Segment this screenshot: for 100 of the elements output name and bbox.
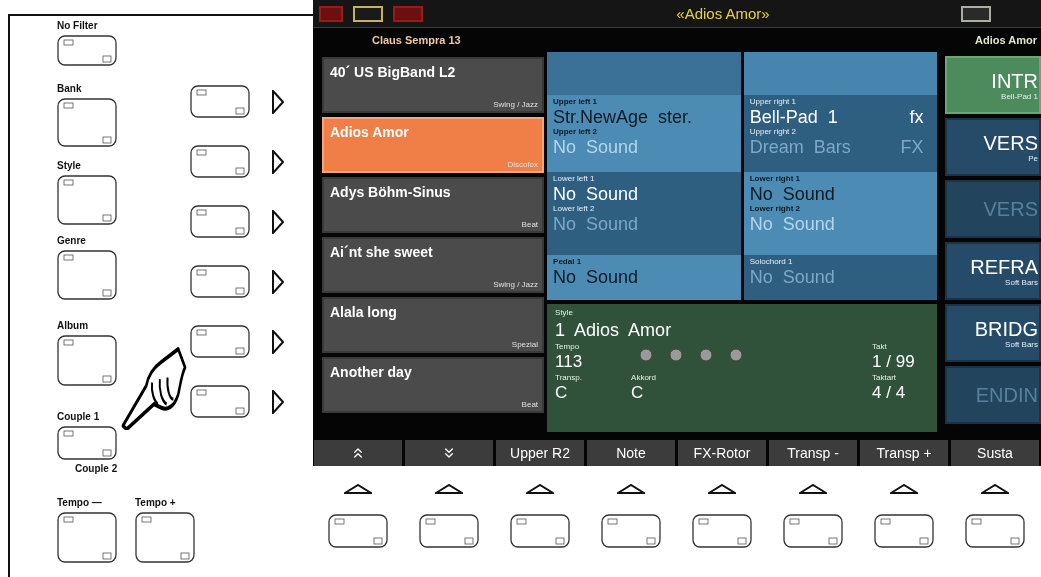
field-label: Akkord — [631, 373, 657, 383]
section-button[interactable]: BRIDG Soft Bars — [945, 304, 1041, 362]
screen-title: «Adios Amor» — [675, 5, 771, 22]
up-triangle-icon — [435, 484, 463, 494]
hardware-button[interactable] — [57, 35, 117, 66]
hardware-button[interactable] — [57, 250, 117, 300]
softkey-button[interactable]: Note — [587, 440, 675, 466]
voice-name: No Sound — [749, 267, 835, 287]
hardware-button[interactable] — [328, 514, 388, 548]
softkey-button[interactable]: Transp + — [860, 440, 948, 466]
softkey-button[interactable]: Susta — [951, 440, 1039, 466]
softkey-button[interactable]: Transp - — [769, 440, 857, 466]
hardware-button[interactable] — [57, 98, 117, 147]
voice-name: Str.NewAge ster. — [553, 107, 693, 127]
voice-label: Lower left 2 — [553, 204, 596, 214]
right-triangle-icon — [272, 389, 284, 414]
voice-name: No Sound — [749, 214, 835, 234]
hardware-button[interactable] — [190, 145, 250, 178]
softkey-button[interactable]: FX-Rotor — [678, 440, 766, 466]
right-triangle-icon — [272, 269, 284, 294]
section-button[interactable]: VERS Pe — [945, 118, 1041, 176]
hardware-button[interactable] — [57, 335, 117, 386]
right-triangle-icon — [272, 149, 284, 174]
voice-name: Dream Bars — [749, 137, 851, 157]
button-label: Style — [57, 160, 81, 172]
section-button[interactable]: INTR Bell-Pad 1 — [945, 56, 1041, 114]
button-label: Genre — [57, 235, 86, 247]
voice-group[interactable]: Upper right 1 Bell-Pad 1 fx Upper right 2 Dream Bars FX — [743, 95, 938, 172]
field-value: C — [555, 383, 569, 402]
indicator-icon — [961, 5, 991, 22]
hardware-button[interactable] — [190, 205, 250, 238]
voice-label: Upper left 1 — [553, 97, 599, 107]
song-item[interactable]: Adys Böhm-Sinus Beat — [322, 177, 545, 233]
voice-name: No Sound — [553, 267, 639, 287]
hardware-button[interactable] — [190, 385, 250, 418]
voice-label: Upper right 2 — [749, 127, 797, 137]
song-item[interactable]: 40´ US BigBand L2 Swing / Jazz — [322, 57, 545, 113]
up-triangle-icon — [981, 484, 1009, 494]
hardware-button[interactable] — [874, 514, 934, 548]
up-triangle-icon — [617, 484, 645, 494]
fx-indicator: fx — [909, 107, 924, 127]
bank-name: Claus Sempra 13 — [372, 34, 461, 46]
voice-label: Lower left 1 — [553, 174, 596, 184]
voice-name: No Sound — [553, 137, 639, 157]
voice-name: No Sound — [553, 214, 639, 234]
song-item[interactable]: Another day Beat — [322, 357, 545, 413]
up-triangle-icon — [799, 484, 827, 494]
voice-group[interactable]: Solochord 1 No Sound — [743, 255, 938, 300]
field-value: C — [631, 383, 645, 402]
hardware-button[interactable] — [965, 514, 1025, 548]
voice-label: Upper left 2 — [553, 127, 599, 137]
voice-name: Bell-Pad 1 — [749, 107, 838, 127]
voice-group[interactable]: Lower right 1 No Sound Lower right 2 No Sound — [743, 172, 938, 255]
hardware-button[interactable] — [57, 175, 117, 225]
hardware-button[interactable] — [135, 512, 195, 563]
indicator-icon — [319, 5, 343, 22]
fx-indicator: FX — [900, 137, 924, 157]
button-label: Couple 1 — [57, 411, 100, 423]
voice-group[interactable]: Lower left 1 No Sound Lower left 2 No Sound — [547, 172, 741, 255]
softkey-button[interactable]: Upper R2 — [496, 440, 584, 466]
button-label: Album — [57, 320, 89, 332]
field-label: Style — [555, 308, 574, 318]
hardware-button[interactable] — [190, 265, 250, 298]
field-value: 113 — [555, 352, 584, 371]
hardware-button[interactable] — [419, 514, 479, 548]
up-triangle-icon — [526, 484, 554, 494]
field-label: Takt — [872, 342, 888, 352]
field-value: 4 / 4 — [872, 383, 907, 402]
song-item[interactable]: Alala long Spezial — [322, 297, 545, 353]
voice-label: Solochord 1 — [749, 257, 794, 267]
up-triangle-icon — [708, 484, 736, 494]
hardware-button[interactable] — [601, 514, 661, 548]
hardware-button[interactable] — [190, 325, 250, 358]
right-triangle-icon — [272, 89, 284, 114]
voice-label: Pedal 1 — [553, 257, 583, 267]
field-label: Tempo — [555, 342, 581, 352]
voice-label: Upper right 1 — [749, 97, 797, 107]
current-song: Adios Amor — [975, 34, 1037, 46]
style-name: 1 Adios Amor — [555, 319, 673, 342]
hardware-button[interactable] — [783, 514, 843, 548]
field-label: Taktart — [872, 373, 898, 383]
up-triangle-icon — [890, 484, 918, 494]
hardware-button[interactable] — [190, 85, 250, 118]
hardware-button[interactable] — [510, 514, 570, 548]
button-label: Tempo — — [57, 497, 102, 509]
button-label: Couple 2 — [75, 463, 118, 475]
up-triangle-icon — [344, 484, 372, 494]
right-triangle-icon — [272, 329, 284, 354]
button-label: No Filter — [57, 20, 98, 32]
voice-group[interactable]: Upper left 1 Str.NewAge ster. Upper left 2 No Sound — [547, 95, 741, 172]
section-button[interactable]: REFRA Soft Bars — [945, 242, 1041, 300]
hardware-button[interactable] — [692, 514, 752, 548]
song-item[interactable]: Ai´nt she sweet Swing / Jazz — [322, 237, 545, 293]
hardware-button[interactable] — [57, 426, 117, 460]
voice-group[interactable]: Pedal 1 No Sound — [547, 255, 741, 300]
right-triangle-icon — [272, 209, 284, 234]
indicator-icon — [353, 5, 383, 22]
voice-name: No Sound — [749, 184, 835, 204]
button-label: Tempo + — [135, 497, 176, 509]
hardware-button[interactable] — [57, 512, 117, 563]
